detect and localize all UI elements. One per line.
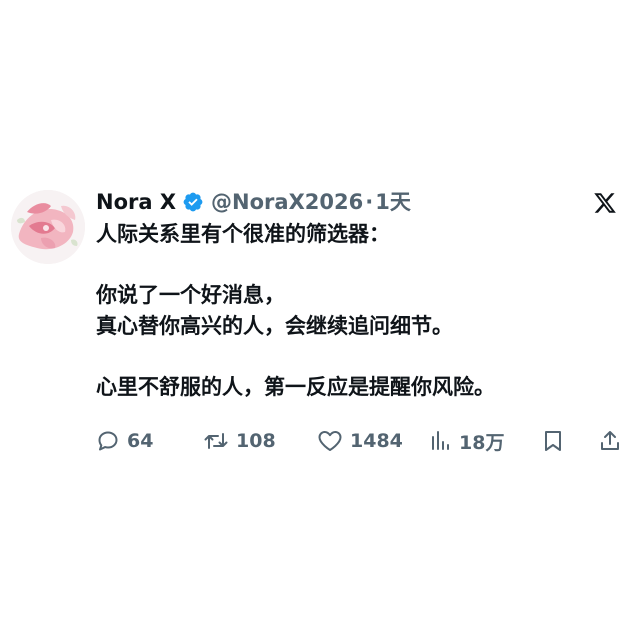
analytics-icon [432,431,449,450]
author-name[interactable]: Nora X [96,187,176,217]
separator-dot: · [365,190,374,214]
view-count: 18万 [459,431,505,454]
tweet-header: Nora X @NoraX2026 · 1天 [96,187,411,217]
like-button[interactable]: 1484 [317,425,403,457]
author-handle[interactable]: @NoraX2026 [211,187,363,217]
share-button[interactable] [599,425,621,457]
bookmark-button[interactable] [543,425,563,457]
tweet-text-line: 你说了一个好消息， [96,283,285,307]
pink-flower-avatar-icon [11,190,85,264]
views-button[interactable]: 18万 [430,425,504,457]
reply-count: 64 [127,430,154,452]
verified-badge-icon [182,191,204,213]
tweet-text-line: 真心替你高兴的人，会继续追问细节。 [96,314,453,338]
tweet-card[interactable]: Nora X @NoraX2026 · 1天 人际关系里有个很准的筛选器： 你说… [0,175,640,475]
timestamp[interactable]: 1天 [375,187,411,217]
reply-button[interactable]: 64 [96,425,153,457]
share-icon [601,431,619,450]
action-bar: 64 108 1484 18万 [96,425,628,457]
avatar[interactable] [11,190,85,264]
x-logo-icon[interactable] [592,191,618,215]
retweet-count: 108 [236,430,276,452]
tweet-text-line: 心里不舒服的人，第一反应是提醒你风险。 [96,375,495,399]
tweet-text: 人际关系里有个很准的筛选器： 你说了一个好消息， 真心替你高兴的人，会继续追问细… [96,219,616,403]
retweet-button[interactable]: 108 [203,425,276,457]
reply-icon [98,431,118,451]
bookmark-icon [545,431,561,451]
heart-icon [318,431,342,451]
like-count: 1484 [350,430,403,452]
retweet-icon [204,433,228,449]
tweet-text-line: 人际关系里有个很准的筛选器： [96,222,390,246]
